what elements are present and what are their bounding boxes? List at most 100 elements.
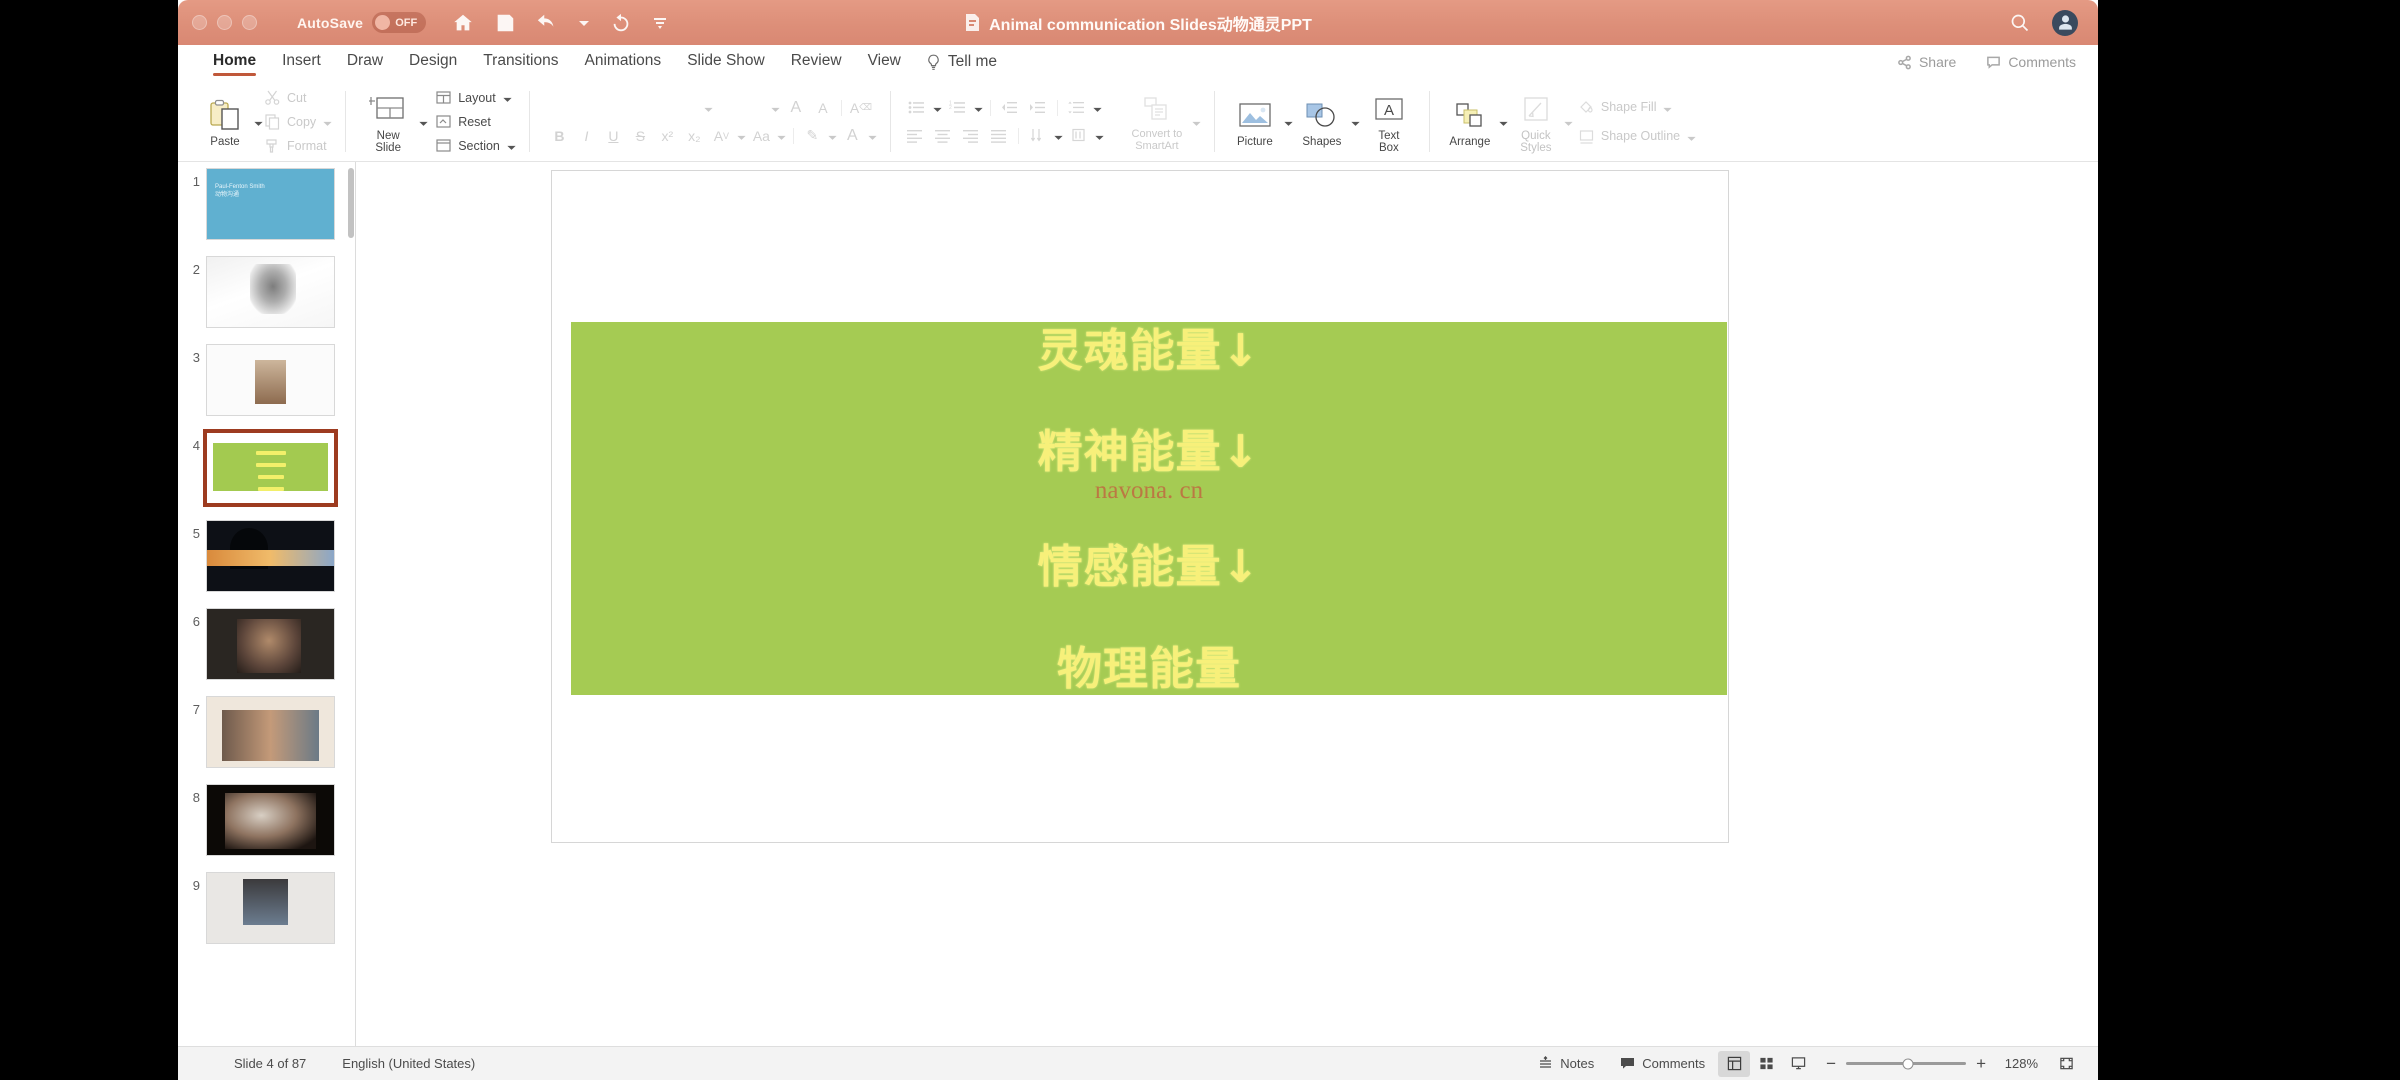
- thumbnail-list[interactable]: 1 Paul-Fenton Smith 动物沟通 2 3 4 5 6 7 8 9: [178, 162, 349, 1046]
- italic-button[interactable]: I: [574, 123, 599, 148]
- font-size-select[interactable]: [716, 97, 768, 118]
- align-left-button[interactable]: [902, 124, 928, 148]
- numbering-caret[interactable]: [973, 102, 984, 113]
- autosave-control[interactable]: AutoSave OFF: [297, 12, 427, 33]
- autosave-toggle[interactable]: OFF: [372, 12, 427, 33]
- undo-icon[interactable]: [536, 12, 558, 34]
- window-controls[interactable]: [192, 15, 257, 30]
- thumbnail-item-8[interactable]: 8: [178, 784, 349, 856]
- thumbnail-preview[interactable]: [206, 608, 335, 680]
- copy-dropdown-caret[interactable]: [322, 116, 333, 127]
- convert-to-smartart-button[interactable]: Convert to SmartArt: [1123, 92, 1191, 152]
- zoom-control[interactable]: − + 128%: [1814, 1054, 2050, 1074]
- quick-styles-button[interactable]: Quick Styles: [1509, 89, 1563, 154]
- thumbnail-item-2[interactable]: 2: [178, 256, 349, 328]
- clear-formatting-button[interactable]: A ⌫: [848, 95, 873, 120]
- columns-button[interactable]: [1025, 124, 1051, 148]
- slide-sorter-view-button[interactable]: [1750, 1051, 1782, 1077]
- arrange-caret[interactable]: [1498, 116, 1509, 127]
- shape-outline-button[interactable]: Shape Outline: [1578, 126, 1697, 147]
- thumbnail-preview[interactable]: Paul-Fenton Smith 动物沟通: [206, 168, 335, 240]
- picture-button[interactable]: Picture: [1227, 95, 1283, 148]
- language-label[interactable]: English (United States): [342, 1056, 475, 1071]
- tell-me-search[interactable]: Tell me: [926, 53, 997, 71]
- tab-draw[interactable]: Draw: [334, 48, 396, 77]
- numbering-button[interactable]: 12: [945, 96, 971, 120]
- normal-view-button[interactable]: [1718, 1050, 1751, 1077]
- font-size-caret[interactable]: [770, 102, 781, 113]
- change-case-caret[interactable]: [776, 130, 787, 141]
- change-case-button[interactable]: Aa: [749, 123, 774, 148]
- slideshow-view-button[interactable]: [1782, 1051, 1814, 1077]
- text-box-button[interactable]: A Text Box: [1361, 89, 1417, 154]
- shapes-caret[interactable]: [1350, 116, 1361, 127]
- columns-caret[interactable]: [1053, 130, 1064, 141]
- decrease-indent-button[interactable]: [997, 96, 1023, 120]
- thumbnail-preview[interactable]: [206, 784, 335, 856]
- character-spacing-button[interactable]: AV: [709, 123, 734, 148]
- tab-insert[interactable]: Insert: [269, 48, 334, 77]
- line-spacing-caret[interactable]: [1092, 102, 1103, 113]
- share-button[interactable]: Share: [1897, 54, 1956, 70]
- thumbnail-item-9[interactable]: 9: [178, 872, 349, 944]
- tab-animations[interactable]: Animations: [572, 48, 675, 77]
- increase-font-size-button[interactable]: A: [783, 95, 808, 120]
- tab-view[interactable]: View: [855, 48, 914, 77]
- comments-status-button[interactable]: Comments: [1607, 1051, 1718, 1077]
- tab-review[interactable]: Review: [778, 48, 855, 77]
- text-direction-button[interactable]: [1066, 124, 1092, 148]
- shape-fill-button[interactable]: Shape Fill: [1578, 97, 1697, 118]
- text-highlight-caret[interactable]: [827, 130, 838, 141]
- thumbnail-preview[interactable]: [206, 520, 335, 592]
- tab-transitions[interactable]: Transitions: [470, 48, 571, 77]
- align-right-button[interactable]: [958, 124, 984, 148]
- superscript-button[interactable]: x²: [655, 123, 680, 148]
- zoom-percent-label[interactable]: 128%: [1996, 1056, 2038, 1071]
- picture-caret[interactable]: [1283, 116, 1294, 127]
- zoom-slider-handle[interactable]: [1902, 1058, 1914, 1069]
- character-spacing-caret[interactable]: [736, 130, 747, 141]
- slide-text-line-2[interactable]: 精神能量↓: [571, 415, 1727, 480]
- thumbnail-item-1[interactable]: 1 Paul-Fenton Smith 动物沟通: [178, 168, 349, 240]
- font-color-button[interactable]: A: [840, 123, 865, 148]
- thumbnail-preview[interactable]: [206, 872, 335, 944]
- layout-dropdown-caret[interactable]: [502, 92, 513, 103]
- section-dropdown-caret[interactable]: [506, 140, 517, 151]
- paste-button[interactable]: Paste: [197, 95, 253, 148]
- line-spacing-button[interactable]: [1064, 96, 1090, 120]
- zoom-slider[interactable]: [1846, 1058, 1967, 1069]
- current-slide[interactable]: 灵魂能量↓ 精神能量↓ navona. cn 情感能量↓ 物理能量: [551, 170, 1729, 843]
- thumbnail-item-4[interactable]: 4: [178, 429, 349, 507]
- thumbnail-item-5[interactable]: 5: [178, 520, 349, 592]
- thumbnail-item-3[interactable]: 3: [178, 344, 349, 416]
- justify-button[interactable]: [986, 124, 1012, 148]
- section-button[interactable]: Section: [435, 135, 517, 156]
- format-painter-button[interactable]: Format: [264, 135, 333, 156]
- close-window-button[interactable]: [192, 15, 207, 30]
- zoom-in-button[interactable]: +: [1976, 1054, 1986, 1074]
- shape-fill-caret[interactable]: [1662, 102, 1673, 113]
- new-slide-button[interactable]: New Slide: [358, 89, 418, 154]
- slide-text-line-3[interactable]: 情感能量↓: [571, 530, 1727, 595]
- text-highlight-button[interactable]: ✎: [800, 123, 825, 148]
- redo-icon[interactable]: [610, 12, 632, 34]
- thumbnail-preview-selected[interactable]: [203, 429, 338, 507]
- slide-text-line-1[interactable]: 灵魂能量↓: [571, 314, 1727, 379]
- customize-toolbar-icon[interactable]: [652, 12, 668, 34]
- bullets-caret[interactable]: [932, 102, 943, 113]
- decrease-font-size-button[interactable]: A: [810, 95, 835, 120]
- thumbnail-preview[interactable]: [206, 344, 335, 416]
- fit-to-window-button[interactable]: [2050, 1051, 2082, 1077]
- font-family-caret[interactable]: [703, 102, 714, 113]
- shapes-button[interactable]: Shapes: [1294, 95, 1350, 148]
- bullets-button[interactable]: [904, 96, 930, 120]
- chevron-down-icon[interactable]: [578, 12, 590, 34]
- increase-indent-button[interactable]: [1025, 96, 1051, 120]
- save-icon[interactable]: [494, 12, 516, 34]
- align-center-button[interactable]: [930, 124, 956, 148]
- minimize-window-button[interactable]: [217, 15, 232, 30]
- new-slide-dropdown-caret[interactable]: [418, 116, 429, 127]
- subscript-button[interactable]: x₂: [682, 123, 707, 148]
- copy-button[interactable]: Copy: [264, 111, 333, 132]
- quick-styles-caret[interactable]: [1563, 116, 1574, 127]
